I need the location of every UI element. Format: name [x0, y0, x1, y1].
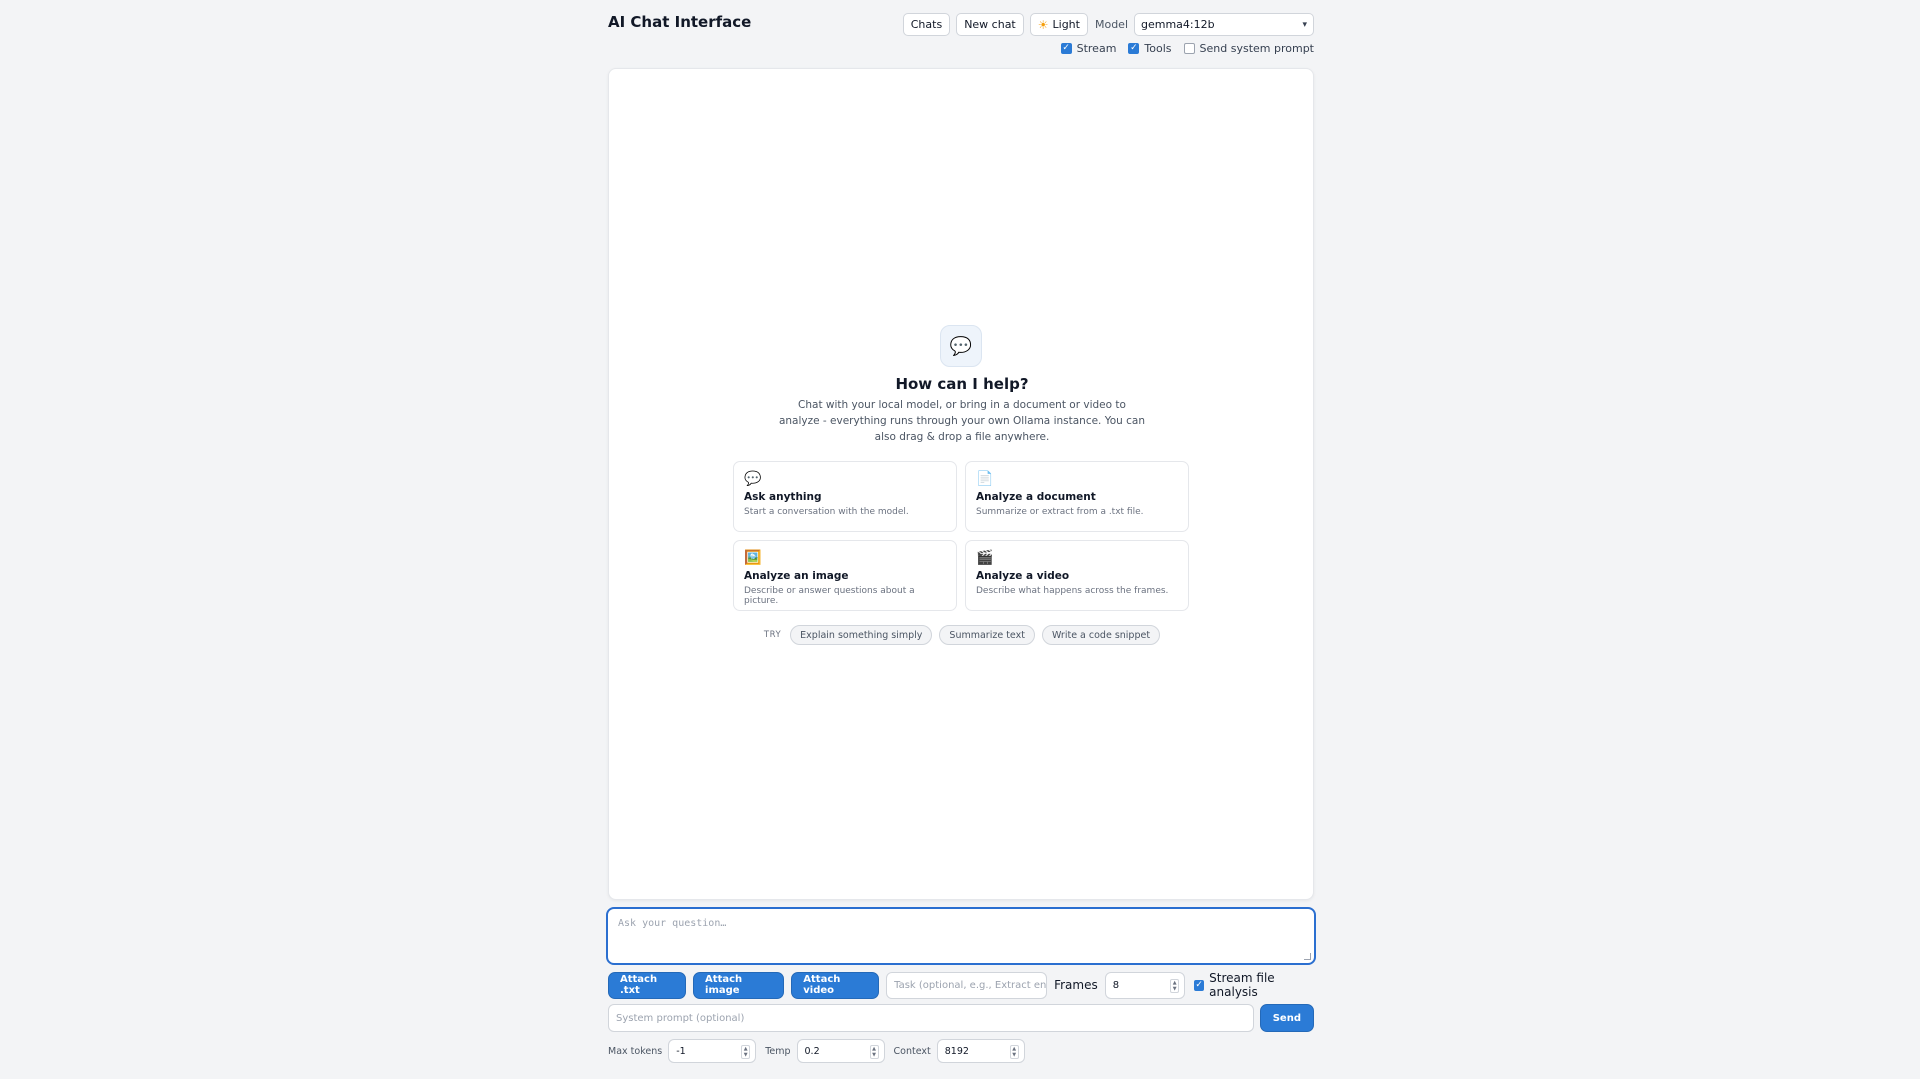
- send-system-prompt-option[interactable]: Send system prompt: [1183, 42, 1314, 55]
- tools-label: Tools: [1144, 42, 1172, 55]
- model-value: gemma4:12b: [1141, 18, 1215, 31]
- max-tokens-value: -1: [676, 1045, 686, 1057]
- model-select[interactable]: gemma4:12b ▾: [1134, 13, 1314, 36]
- chat-panel: 💬 How can I help? Chat with your local m…: [608, 68, 1314, 900]
- speech-bubble-icon: 💬: [940, 325, 982, 367]
- speech-bubble-icon: 💬: [744, 471, 762, 487]
- temp-value: 0.2: [804, 1045, 820, 1057]
- try-row: TRY Explain something simply Summarize t…: [609, 625, 1315, 645]
- card-ask-anything[interactable]: 💬 Ask anything Start a conversation with…: [733, 461, 957, 532]
- stepper-icon[interactable]: ▲ ▼: [1009, 1045, 1019, 1059]
- picture-icon: 🖼️: [744, 550, 762, 566]
- welcome-subtitle: Chat with your local model, or bring in …: [778, 399, 1146, 443]
- sun-icon: ☀: [1037, 17, 1049, 32]
- max-tokens-input[interactable]: -1 ▲ ▼: [668, 1039, 757, 1063]
- attach-video-button[interactable]: Attach video: [791, 971, 880, 999]
- max-tokens-label: Max tokens: [608, 1045, 663, 1057]
- stream-file-analysis-checkbox[interactable]: ✓: [1194, 979, 1205, 991]
- frames-input[interactable]: 8 ▲ ▼: [1104, 971, 1186, 999]
- app: AI Chat Interface Chats New chat ☀ Light…: [606, 0, 1316, 1079]
- theme-toggle-button[interactable]: ☀ Light: [1029, 13, 1088, 36]
- send-button[interactable]: Send: [1259, 1004, 1314, 1032]
- attach-image-button[interactable]: Attach image: [693, 971, 785, 999]
- temp-label: Temp: [765, 1045, 791, 1057]
- card-title: Analyze a document: [976, 491, 1096, 503]
- card-description: Describe or answer questions about a pic…: [744, 586, 915, 606]
- stream-option[interactable]: ✓ Stream: [1060, 42, 1117, 55]
- system-prompt-row: System prompt (optional) Send: [608, 1004, 1314, 1032]
- params-row: Max tokens -1 ▲ ▼ Temp 0.2 ▲ ▼ Context 819…: [608, 1039, 1030, 1063]
- stream-checkbox[interactable]: ✓: [1060, 43, 1072, 54]
- chip-explain-simply[interactable]: Explain something simply: [790, 625, 933, 645]
- chip-code-snippet[interactable]: Write a code snippet: [1041, 625, 1161, 645]
- send-system-prompt-checkbox[interactable]: [1183, 43, 1195, 54]
- card-analyze-video[interactable]: 🎬 Analyze a video Describe what happens …: [965, 540, 1189, 611]
- card-title: Ask anything: [744, 491, 822, 503]
- context-label: Context: [893, 1045, 931, 1057]
- try-label: TRY: [763, 630, 782, 640]
- stream-file-analysis-label: Stream file analysis: [1209, 971, 1275, 999]
- chip-summarize-text[interactable]: Summarize text: [939, 625, 1035, 645]
- chevron-down-icon: ▾: [1302, 19, 1307, 30]
- question-input[interactable]: Ask your question…: [606, 907, 1316, 965]
- attach-row: Attach .txt Attach image Attach video Ta…: [608, 971, 1314, 999]
- stream-file-analysis-option[interactable]: ✓ Stream file analysis: [1194, 971, 1314, 999]
- chats-button[interactable]: Chats: [902, 13, 951, 36]
- stream-label: Stream: [1076, 42, 1117, 55]
- stepper-icon[interactable]: ▲ ▼: [741, 1045, 751, 1059]
- new-chat-button[interactable]: New chat: [956, 13, 1024, 36]
- tools-option[interactable]: ✓ Tools: [1128, 42, 1172, 55]
- card-title: Analyze an image: [744, 570, 849, 582]
- document-icon: 📄: [976, 471, 994, 487]
- card-description: Start a conversation with the model.: [744, 507, 909, 517]
- temp-input[interactable]: 0.2 ▲ ▼: [796, 1039, 885, 1063]
- suggestion-cards: 💬 Ask anything Start a conversation with…: [733, 461, 1191, 611]
- toolbar: Chats New chat ☀ Light Model gemma4:12b …: [902, 13, 1314, 36]
- frames-value: 8: [1112, 979, 1120, 991]
- context-input[interactable]: 8192 ▲ ▼: [936, 1039, 1025, 1063]
- system-prompt-input[interactable]: System prompt (optional): [608, 1004, 1254, 1032]
- stepper-icon[interactable]: ▲ ▼: [1170, 978, 1180, 993]
- theme-label: Light: [1052, 18, 1080, 31]
- frames-label: Frames: [1054, 978, 1098, 992]
- task-input[interactable]: Task (optional, e.g., Extract entities &: [886, 971, 1048, 999]
- card-description: Describe what happens across the frames.: [976, 586, 1169, 596]
- context-value: 8192: [944, 1045, 969, 1057]
- stepper-icon[interactable]: ▲ ▼: [869, 1045, 879, 1059]
- card-analyze-document[interactable]: 📄 Analyze a document Summarize or extrac…: [965, 461, 1189, 532]
- page-title: AI Chat Interface: [608, 13, 752, 31]
- model-label: Model: [1094, 18, 1128, 31]
- welcome-title: How can I help?: [895, 375, 1029, 393]
- card-analyze-image[interactable]: 🖼️ Analyze an image Describe or answer q…: [733, 540, 957, 611]
- send-system-prompt-label: Send system prompt: [1199, 42, 1314, 55]
- attach-txt-button[interactable]: Attach .txt: [608, 971, 687, 999]
- resize-handle-icon[interactable]: [1304, 953, 1311, 960]
- options-row: ✓ Stream ✓ Tools Send system prompt: [1055, 42, 1314, 55]
- clapper-icon: 🎬: [976, 550, 994, 566]
- question-placeholder: Ask your question…: [618, 918, 727, 929]
- card-description: Summarize or extract from a .txt file.: [976, 507, 1144, 517]
- card-title: Analyze a video: [976, 570, 1070, 582]
- tools-checkbox[interactable]: ✓: [1128, 43, 1140, 54]
